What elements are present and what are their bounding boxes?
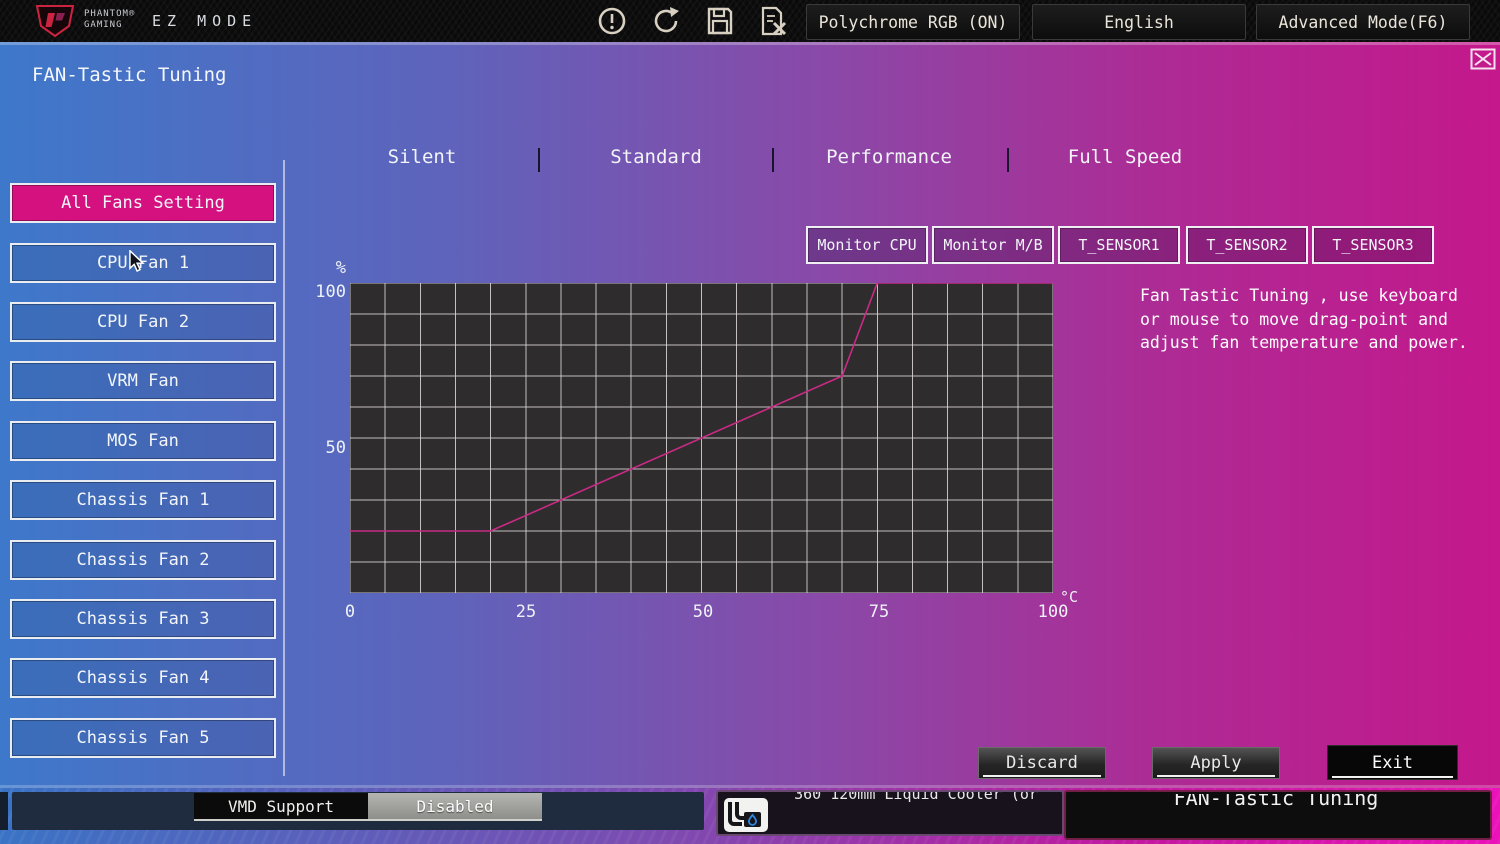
- y-axis-unit-label: %: [286, 258, 346, 278]
- liquid-cooler-icon: [724, 798, 768, 832]
- fan-tastic-tuning-button[interactable]: FAN-Tastic Tuning: [1064, 790, 1492, 840]
- alert-icon[interactable]: [592, 5, 632, 37]
- x-tick-0: 0: [345, 602, 355, 622]
- bottom-edge-notch: [0, 792, 8, 830]
- tab-full-speed[interactable]: Full Speed: [1068, 146, 1182, 168]
- sidebar-item-chassis-fan-4[interactable]: Chassis Fan 4: [10, 658, 276, 698]
- vmd-support-value-button[interactable]: Disabled: [368, 793, 542, 821]
- tab-silent[interactable]: Silent: [388, 146, 457, 168]
- sidebar-item-chassis-fan-2[interactable]: Chassis Fan 2: [10, 540, 276, 580]
- sidebar-item-cpu-fan-1[interactable]: CPU Fan 1: [10, 243, 276, 283]
- y-tick-50: 50: [286, 438, 346, 458]
- language-button[interactable]: English: [1032, 4, 1246, 40]
- cooler-setting-text: 360 120mm Liquid Cooler (or Thinner): [776, 792, 1056, 803]
- exit-button[interactable]: Exit: [1327, 745, 1458, 780]
- tab-separator: [538, 148, 540, 172]
- reload-icon[interactable]: [646, 5, 686, 37]
- t-sensor1-button[interactable]: T_SENSOR1: [1058, 226, 1180, 264]
- top-bar: PHANTOM® GAMING EZ MODE Polychrome RGB (…: [0, 0, 1500, 42]
- dialog-title: FAN-Tastic Tuning: [32, 64, 226, 86]
- t-sensor3-button[interactable]: T_SENSOR3: [1312, 226, 1434, 264]
- close-icon[interactable]: [1470, 48, 1496, 70]
- fan-tastic-tuning-dialog: FAN-Tastic Tuning All Fans Setting CPU F…: [0, 42, 1500, 788]
- discard-button[interactable]: Discard: [978, 747, 1106, 779]
- polychrome-rgb-button[interactable]: Polychrome RGB (ON): [806, 4, 1020, 40]
- apply-button[interactable]: Apply: [1152, 747, 1280, 779]
- sidebar-item-chassis-fan-5[interactable]: Chassis Fan 5: [10, 718, 276, 758]
- monitor-mb-button[interactable]: Monitor M/B: [932, 226, 1054, 264]
- tab-performance[interactable]: Performance: [826, 146, 952, 168]
- y-tick-100: 100: [286, 282, 346, 302]
- x-tick-25: 25: [516, 602, 536, 622]
- sidebar-item-mos-fan[interactable]: MOS Fan: [10, 421, 276, 461]
- x-tick-50: 50: [693, 602, 713, 622]
- sidebar-item-chassis-fan-1[interactable]: Chassis Fan 1: [10, 480, 276, 520]
- phantom-gaming-logo-icon: [33, 4, 77, 38]
- sidebar-item-vrm-fan[interactable]: VRM Fan: [10, 361, 276, 401]
- bios-screen: PHANTOM® GAMING EZ MODE Polychrome RGB (…: [0, 0, 1500, 844]
- x-axis-unit-label: °C: [1060, 588, 1078, 606]
- sidebar-divider: [283, 160, 285, 776]
- help-text: Fan Tastic Tuning , use keyboard or mous…: [1140, 284, 1470, 355]
- tab-separator: [1007, 148, 1009, 172]
- fan-curve-chart[interactable]: [350, 283, 1053, 593]
- tab-separator: [772, 148, 774, 172]
- vmd-support-label[interactable]: VMD Support: [194, 793, 368, 821]
- brand-text: PHANTOM® GAMING: [84, 9, 135, 31]
- x-tick-75: 75: [869, 602, 889, 622]
- sidebar-item-all-fans-setting[interactable]: All Fans Setting: [10, 183, 276, 223]
- vmd-support-panel: VMD Support Disabled: [12, 792, 704, 830]
- monitor-cpu-button[interactable]: Monitor CPU: [806, 226, 928, 264]
- t-sensor2-button[interactable]: T_SENSOR2: [1186, 226, 1308, 264]
- ez-mode-bottom-strip: VMD Support Disabled 360 120mm Liquid Co…: [0, 788, 1500, 844]
- tab-standard[interactable]: Standard: [610, 146, 702, 168]
- document-x-icon[interactable]: [752, 5, 792, 37]
- sidebar-item-cpu-fan-2[interactable]: CPU Fan 2: [10, 302, 276, 342]
- fan-tastic-tuning-button-label: FAN-Tastic Tuning: [1068, 794, 1484, 816]
- save-icon[interactable]: [700, 5, 740, 37]
- advanced-mode-button[interactable]: Advanced Mode(F6): [1256, 4, 1470, 40]
- cpu-cooler-panel[interactable]: 360 120mm Liquid Cooler (or Thinner): [716, 790, 1064, 836]
- sidebar-item-chassis-fan-3[interactable]: Chassis Fan 3: [10, 599, 276, 639]
- ez-mode-label: EZ MODE: [152, 12, 257, 30]
